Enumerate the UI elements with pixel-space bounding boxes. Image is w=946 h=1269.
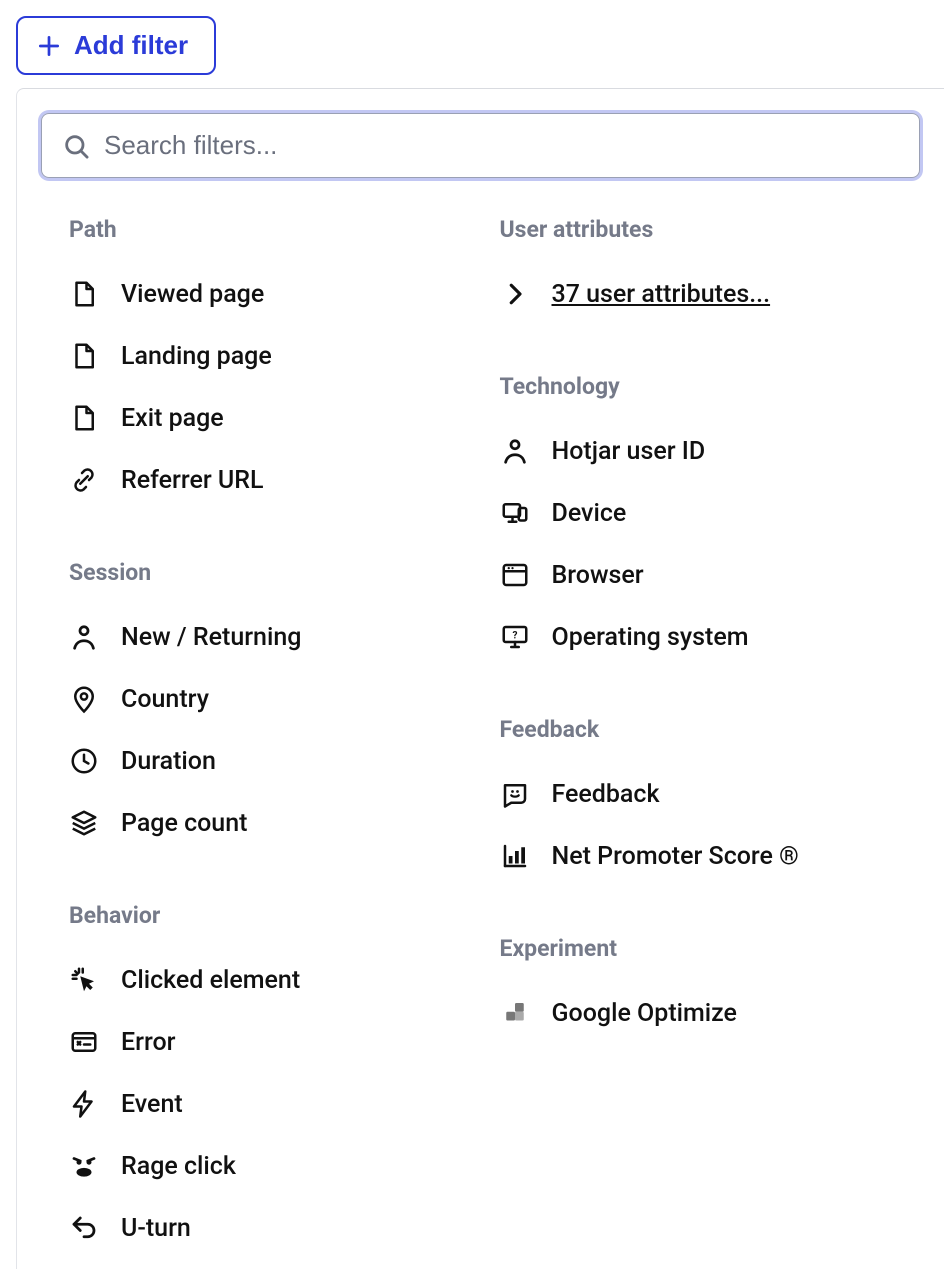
- add-filter-button[interactable]: Add filter: [16, 16, 216, 75]
- chevron-right-icon: [500, 279, 530, 309]
- group-title-experiment: Experiment: [500, 935, 921, 962]
- filter-item-error[interactable]: Error: [69, 1011, 490, 1073]
- browser-icon: [500, 560, 530, 590]
- pin-icon: [69, 684, 99, 714]
- filter-item-exit-page[interactable]: Exit page: [69, 387, 490, 449]
- filter-item-label: Google Optimize: [552, 999, 737, 1028]
- filter-item-new-returning[interactable]: New / Returning: [69, 606, 490, 668]
- filter-item-label: Browser: [552, 561, 644, 590]
- user-icon: [500, 436, 530, 466]
- search-box[interactable]: [41, 113, 920, 178]
- filter-item-browser[interactable]: Browser: [500, 544, 921, 606]
- page-icon: [69, 341, 99, 371]
- rage-icon: [69, 1151, 99, 1181]
- os-icon: [500, 622, 530, 652]
- filter-item-label: Hotjar user ID: [552, 437, 706, 466]
- group-title-user-attributes: User attributes: [500, 216, 921, 243]
- filter-item-label: Rage click: [121, 1152, 236, 1181]
- filter-item-u-turn[interactable]: U-turn: [69, 1197, 490, 1259]
- uturn-icon: [69, 1213, 99, 1243]
- group-title-behavior: Behavior: [69, 902, 490, 929]
- barchart-icon: [500, 841, 530, 871]
- filter-item-page-count[interactable]: Page count: [69, 792, 490, 854]
- user-icon: [69, 622, 99, 652]
- link-icon: [69, 465, 99, 495]
- filter-item-label: Net Promoter Score ®: [552, 842, 799, 871]
- filter-item-label: Device: [552, 499, 627, 528]
- bolt-icon: [69, 1089, 99, 1119]
- group-title-path: Path: [69, 216, 490, 243]
- filter-item-label: Landing page: [121, 342, 272, 371]
- filter-item-label: U-turn: [121, 1214, 191, 1243]
- filter-item-event[interactable]: Event: [69, 1073, 490, 1135]
- filter-item-country[interactable]: Country: [69, 668, 490, 730]
- filter-item-duration[interactable]: Duration: [69, 730, 490, 792]
- clock-icon: [69, 746, 99, 776]
- filter-item-rage-click[interactable]: Rage click: [69, 1135, 490, 1197]
- filter-item-landing-page[interactable]: Landing page: [69, 325, 490, 387]
- click-icon: [69, 965, 99, 995]
- filter-item-label: Operating system: [552, 623, 749, 652]
- filter-item-google-optimize[interactable]: Google Optimize: [500, 982, 921, 1044]
- filter-item-label: Viewed page: [121, 280, 264, 309]
- filter-item-37-user-attributes[interactable]: 37 user attributes...: [500, 263, 921, 325]
- filter-item-referrer-url[interactable]: Referrer URL: [69, 449, 490, 511]
- plus-icon: [36, 33, 62, 59]
- filter-item-hotjar-user-id[interactable]: Hotjar user ID: [500, 420, 921, 482]
- add-filter-label: Add filter: [74, 30, 188, 61]
- filter-item-label: 37 user attributes...: [552, 280, 771, 309]
- error-icon: [69, 1027, 99, 1057]
- group-title-session: Session: [69, 559, 490, 586]
- filter-item-label: Clicked element: [121, 966, 300, 995]
- filter-item-label: Page count: [121, 809, 247, 838]
- group-title-technology: Technology: [500, 373, 921, 400]
- filter-item-operating-system[interactable]: Operating system: [500, 606, 921, 668]
- search-icon: [62, 132, 90, 160]
- stack-icon: [69, 808, 99, 838]
- filter-item-clicked-element[interactable]: Clicked element: [69, 949, 490, 1011]
- filter-item-label: Event: [121, 1090, 183, 1119]
- search-input[interactable]: [104, 130, 899, 161]
- filter-item-label: Error: [121, 1028, 176, 1057]
- filter-item-feedback[interactable]: Feedback: [500, 763, 921, 825]
- filter-item-label: New / Returning: [121, 623, 301, 652]
- optimize-icon: [500, 998, 530, 1028]
- filter-item-label: Duration: [121, 747, 216, 776]
- filter-item-label: Exit page: [121, 404, 224, 433]
- filter-item-label: Country: [121, 685, 209, 714]
- device-icon: [500, 498, 530, 528]
- filter-item-device[interactable]: Device: [500, 482, 921, 544]
- smile-icon: [500, 779, 530, 809]
- page-icon: [69, 403, 99, 433]
- filter-item-label: Referrer URL: [121, 466, 264, 495]
- page-icon: [69, 279, 99, 309]
- filter-item-viewed-page[interactable]: Viewed page: [69, 263, 490, 325]
- group-title-feedback: Feedback: [500, 716, 921, 743]
- filter-item-net-promoter-score[interactable]: Net Promoter Score ®: [500, 825, 921, 887]
- filter-dropdown-panel: Path Viewed page Landing page Exit page Refe…: [16, 88, 944, 1269]
- filter-item-label: Feedback: [552, 780, 660, 809]
